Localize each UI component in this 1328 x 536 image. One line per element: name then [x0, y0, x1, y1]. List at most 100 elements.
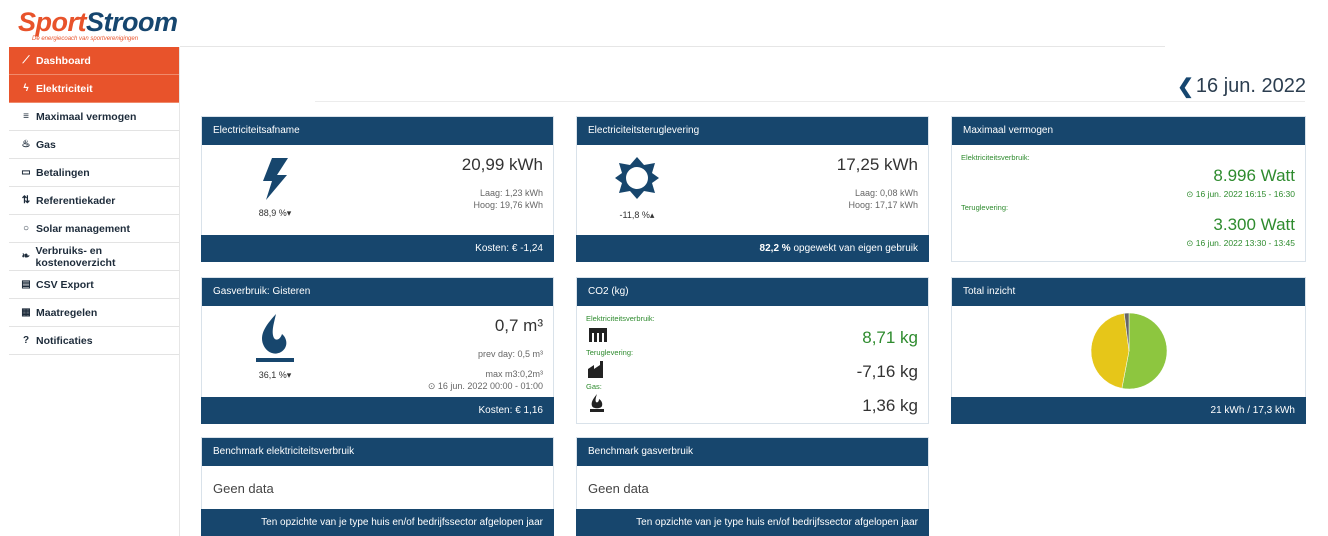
card-title: Gasverbruik: Gisteren [202, 278, 553, 306]
card-title: Benchmark gasverbruik [577, 438, 928, 466]
sidebar-item-referentiekader[interactable]: ⇅ Referentiekader [9, 187, 180, 215]
costs-label: Kosten: [475, 243, 512, 254]
question-icon: ? [22, 335, 30, 346]
caret-up-icon: ▴ [649, 210, 655, 220]
card-electricity-consumption: Electriciteitsafname 88,9 %▾ 20,99 kWh L… [201, 116, 554, 262]
card-electricity-return: Electriciteitsteruglevering -11,8 %▴ 17,… [576, 116, 929, 262]
no-data-text: Geen data [588, 481, 649, 496]
sidebar-item-label: Maatregelen [36, 306, 98, 319]
return-percentage: -11,8 %▴ [597, 210, 677, 221]
gas-percentage: 36,1 %▾ [235, 370, 315, 381]
costs-label: Kosten: [478, 405, 516, 416]
consumption-percentage-value: 88,9 % [258, 208, 287, 218]
sidebar-item-elektriciteit[interactable]: ϟ Elektriciteit [9, 75, 180, 103]
no-data-text: Geen data [213, 481, 274, 496]
max-consumption-label: Elektriciteitsverbruik: [961, 153, 1030, 162]
previous-day-icon[interactable]: ❮ [1177, 74, 1194, 99]
card-footer: Ten opzichte van je type huis en/of bedr… [576, 509, 929, 536]
card-footer: Kosten: € -1,24 [201, 235, 554, 262]
pie-slice-1 [1090, 313, 1130, 389]
fire-icon: ♨ [21, 139, 31, 150]
card-title: Maximaal vermogen [952, 117, 1305, 145]
sidebar-item-betalingen[interactable]: ▭ Betalingen [9, 159, 180, 187]
circle-icon: ○ [22, 223, 30, 234]
file-icon: ▤ [21, 279, 31, 290]
card-title: Electriciteitsafname [202, 117, 553, 145]
sidebar-item-gas[interactable]: ♨ Gas [9, 131, 180, 159]
return-value: 17,25 kWh [836, 155, 918, 174]
card-title: Benchmark elektriciteitsverbruik [202, 438, 553, 466]
logo-wordmark: SportStroom [18, 8, 180, 36]
leaf-icon: ❧ [21, 251, 30, 262]
bolt-icon: ϟ [23, 83, 29, 94]
return-high: Hoog: 17,17 kWh [848, 200, 918, 210]
max-return-time-value: 16 jun. 2022 13:30 - 13:45 [1195, 238, 1295, 248]
logo[interactable]: SportStroom De energiecoach van sportver… [18, 8, 180, 46]
money-icon: ▭ [21, 167, 31, 178]
sidebar-item-maatregelen[interactable]: ▦ Maatregelen [9, 299, 180, 327]
gas-max: max m3:0,2m³ [485, 369, 543, 379]
card-footer: 21 kWh / 17,3 kWh [951, 397, 1306, 424]
caret-down-icon: ▾ [286, 208, 292, 218]
max-consumption-time: ⊙ 16 jun. 2022 16:15 - 16:30 [1186, 189, 1295, 200]
clock-icon: ⊙ [427, 381, 438, 391]
date-navigator: ❮ 16 jun. 2022 [1177, 74, 1306, 99]
card-total-insight: Total inzicht 21 kWh / 17,3 kWh [951, 277, 1306, 424]
sidebar-item-label: Solar management [36, 222, 130, 235]
calendar-icon: ▦ [21, 307, 31, 318]
power-plant-icon [588, 361, 603, 378]
self-generated-label: opgewekt van eigen gebruik [790, 243, 918, 254]
pie-chart [1090, 312, 1168, 390]
consumption-high: Hoog: 19,76 kWh [473, 200, 543, 210]
co2-consumption-value: 8,71 kg [862, 328, 918, 347]
sidebar-item-notificaties[interactable]: ? Notificaties [9, 327, 180, 355]
chart-line-icon: ⟋ [22, 55, 30, 66]
sidebar-item-label: Notificaties [36, 334, 93, 347]
sidebar-item-label: CSV Export [36, 278, 94, 291]
page: SportStroom De energiecoach van sportver… [0, 0, 1328, 536]
max-return-label: Teruglevering: [961, 203, 1009, 212]
sidebar-item-csv-export[interactable]: ▤ CSV Export [9, 271, 180, 299]
caret-down-icon: ▾ [286, 370, 292, 380]
card-title: Total inzicht [952, 278, 1305, 306]
sidebar-item-label: Betalingen [36, 166, 90, 179]
sort-icon: ⇅ [21, 195, 31, 206]
flame-icon [256, 314, 294, 362]
sidebar-item-label: Elektriciteit [36, 82, 93, 95]
card-gas-usage: Gasverbruik: Gisteren 36,1 %▾ 0,7 m³ pre… [201, 277, 554, 424]
consumption-value: 20,99 kWh [461, 155, 543, 174]
sidebar-item-label: Referentiekader [36, 194, 116, 207]
sidebar-item-maximaal-vermogen[interactable]: ≡ Maximaal vermogen [9, 103, 180, 131]
gas-value: 0,7 m³ [494, 316, 543, 335]
gas-max-time-value: 16 jun. 2022 00:00 - 01:00 [437, 381, 543, 391]
card-max-power: Maximaal vermogen Elektriciteitsverbruik… [951, 116, 1306, 262]
consumption-low: Laag: 1,23 kWh [479, 188, 543, 198]
consumption-percentage: 88,9 %▾ [235, 208, 315, 219]
max-consumption-value: 8.996 Watt [1213, 166, 1295, 185]
card-footer: Kosten: € 1,16 [201, 397, 554, 424]
max-return-value: 3.300 Watt [1213, 215, 1295, 234]
card-benchmark-gas: Benchmark gasverbruik Geen data Ten opzi… [576, 437, 929, 536]
co2-consumption-label: Elektriciteitsverbruik: [586, 314, 655, 323]
gas-percentage-value: 36,1 % [258, 370, 287, 380]
card-title: Electriciteitsteruglevering [577, 117, 928, 145]
card-co2: CO2 (kg) Elektriciteitsverbruik: 8,71 kg… [576, 277, 929, 424]
sidebar-item-solar-management[interactable]: ○ Solar management [9, 215, 180, 243]
sidebar-divider [179, 47, 180, 536]
current-date: 16 jun. 2022 [1195, 75, 1306, 97]
costs-value: € -1,24 [511, 243, 543, 254]
list-icon: ≡ [23, 111, 29, 122]
date-divider [315, 101, 1305, 102]
max-consumption-time-value: 16 jun. 2022 16:15 - 16:30 [1195, 189, 1295, 199]
gas-prev-day: prev day: 0,5 m³ [477, 349, 543, 359]
logo-part2: Stroom [86, 7, 178, 37]
sidebar: ⟋ Dashboard ϟ Elektriciteit ≡ Maximaal vermog… [9, 47, 180, 355]
sun-icon [615, 157, 659, 199]
clock-icon: ⊙ [1186, 238, 1196, 248]
gas-max-time: ⊙ 16 jun. 2022 00:00 - 01:00 [428, 381, 543, 392]
sidebar-item-dashboard[interactable]: ⟋ Dashboard [9, 47, 180, 75]
factory-icon [589, 328, 607, 342]
sidebar-item-verbruiks-en-kostenoverzicht[interactable]: ❧ Verbruiks- en kostenoverzicht [9, 243, 180, 271]
card-benchmark-electricity: Benchmark elektriciteitsverbruik Geen da… [201, 437, 554, 536]
clock-icon: ⊙ [1186, 189, 1196, 199]
